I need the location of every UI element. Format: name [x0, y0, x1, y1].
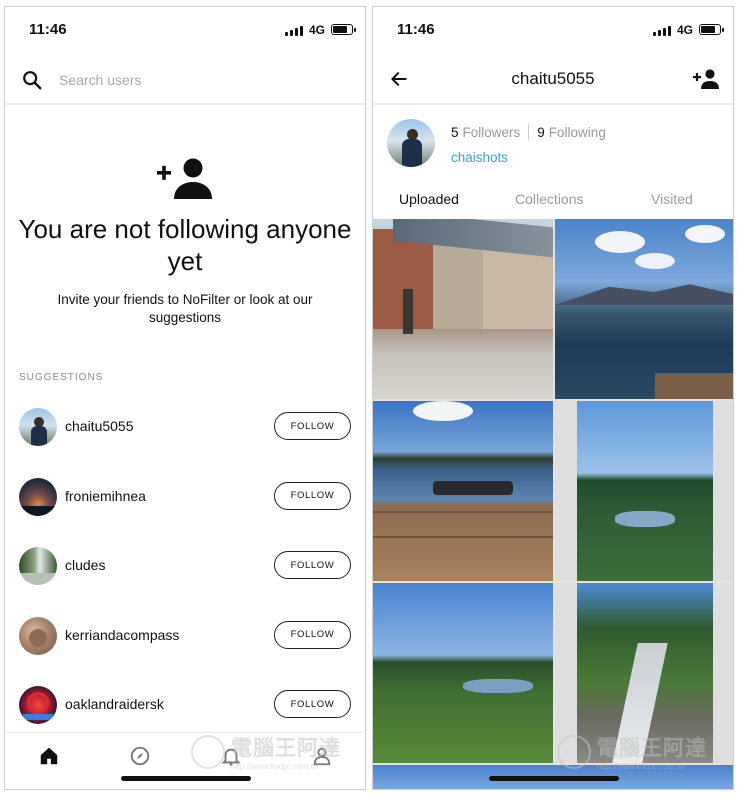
follow-button[interactable]: FOLLOW: [274, 690, 351, 718]
username[interactable]: froniemihnea: [65, 488, 146, 504]
forest-lake-photo[interactable]: [555, 401, 733, 581]
suggestions-list: chaitu5055 FOLLOW froniemihnea FOLLOW cl…: [5, 404, 365, 752]
username[interactable]: oaklandraidersk: [65, 696, 164, 712]
profile-header: chaitu5055: [373, 55, 733, 105]
photo-grid: [373, 219, 733, 789]
empty-state-subtitle: Invite your friends to NoFilter or look …: [57, 292, 313, 325]
empty-state-title: You are not following anyone yet: [18, 214, 352, 276]
profile-screen: 11:46 4G chaitu5055 5 Followers 9 Follow…: [372, 6, 734, 790]
dock-bollard-photo[interactable]: [373, 401, 553, 581]
bell-icon[interactable]: [220, 745, 242, 767]
battery-icon: [699, 24, 724, 35]
profile-avatar[interactable]: [387, 119, 435, 167]
tab-collections[interactable]: Collections: [515, 191, 583, 207]
list-item: chaitu5055 FOLLOW: [5, 404, 365, 474]
avatar[interactable]: [19, 408, 57, 446]
follow-button[interactable]: FOLLOW: [274, 412, 351, 440]
network-label: 4G: [676, 23, 693, 37]
signal-icon: [653, 26, 671, 36]
avatar[interactable]: [19, 547, 57, 585]
username[interactable]: cludes: [65, 557, 105, 573]
following-count[interactable]: 9: [537, 125, 545, 140]
search-bar: [5, 55, 365, 105]
following-label[interactable]: Following: [549, 125, 606, 140]
search-input[interactable]: [57, 67, 341, 93]
list-item: kerriandacompass FOLLOW: [5, 613, 365, 683]
profile-counts: 5 Followers 9 Following: [451, 124, 606, 140]
status-time: 11:46: [397, 21, 435, 38]
followers-label[interactable]: Followers: [463, 125, 521, 140]
profile-link[interactable]: chaishots: [451, 150, 508, 165]
mountain-stream-photo[interactable]: [555, 583, 733, 763]
follow-button[interactable]: FOLLOW: [274, 481, 351, 510]
status-bar: 11:46 4G: [5, 7, 365, 53]
compass-icon[interactable]: [129, 745, 151, 767]
profile-tabs: Uploaded Collections Visited: [373, 187, 733, 223]
divider: [528, 124, 530, 140]
add-person-icon: [157, 158, 212, 199]
status-time: 11:46: [29, 21, 67, 38]
network-label: 4G: [308, 23, 325, 37]
username[interactable]: chaitu5055: [65, 418, 134, 434]
avatar[interactable]: [19, 477, 57, 516]
battery-icon: [331, 24, 356, 35]
green-hills-photo[interactable]: [373, 583, 553, 763]
signal-icon: [285, 26, 303, 36]
followers-count[interactable]: 5: [451, 125, 459, 140]
avatar[interactable]: [19, 686, 57, 724]
username[interactable]: kerriandacompass: [65, 627, 179, 643]
home-indicator: [489, 776, 619, 781]
avatar[interactable]: [19, 616, 57, 655]
profile-icon[interactable]: [311, 745, 333, 767]
bottom-nav: [5, 732, 365, 789]
follow-button[interactable]: FOLLOW: [274, 620, 351, 649]
suggestions-label: SUGGESTIONS: [19, 372, 104, 383]
profile-title: chaitu5055: [511, 69, 595, 88]
lake-mountain-photo[interactable]: [555, 219, 733, 399]
quebec-street-photo[interactable]: [373, 219, 553, 399]
add-user-icon[interactable]: [693, 69, 719, 89]
status-bar: 11:46 4G: [373, 7, 733, 53]
follow-button[interactable]: FOLLOW: [274, 551, 351, 579]
list-item: froniemihnea FOLLOW: [5, 474, 365, 544]
search-icon[interactable]: [21, 69, 43, 91]
tab-visited[interactable]: Visited: [651, 191, 693, 207]
following-screen: 11:46 4G You are not following anyone ye…: [4, 6, 366, 790]
home-indicator: [121, 776, 251, 781]
tab-uploaded[interactable]: Uploaded: [399, 191, 459, 207]
home-icon[interactable]: [38, 745, 60, 767]
list-item: cludes FOLLOW: [5, 543, 365, 613]
